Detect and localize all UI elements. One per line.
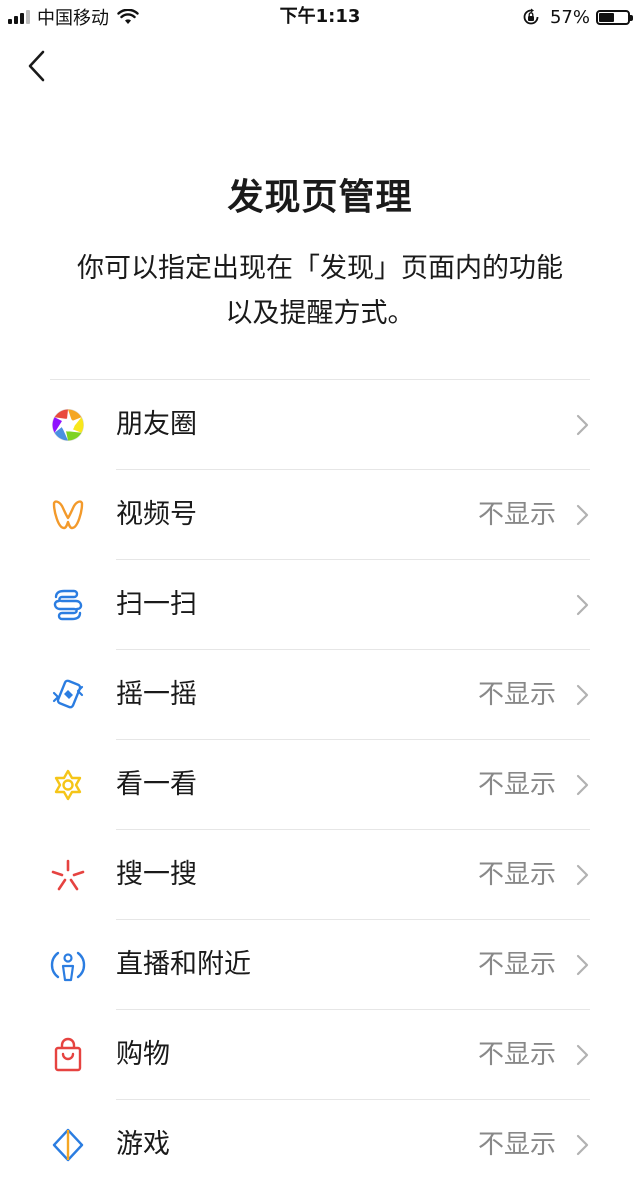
back-button[interactable]: [18, 46, 54, 86]
live-nearby-icon: [50, 951, 86, 982]
item-status: 不显示: [477, 500, 556, 530]
item-status: 不显示: [477, 1040, 556, 1070]
list-item-games[interactable]: 游戏 不显示: [0, 1100, 640, 1190]
search-icon: [51, 859, 85, 891]
page-title: 发现页管理: [227, 177, 413, 218]
shopping-bag-icon: [54, 1037, 82, 1072]
chevron-right-icon: [576, 864, 589, 886]
battery-fill: [599, 12, 614, 22]
item-status: 不显示: [477, 770, 556, 800]
item-label: 视频号: [116, 499, 197, 530]
battery-percent: 57%: [549, 6, 590, 28]
item-label: 游戏: [116, 1129, 170, 1160]
feature-list: 朋友圈 视频号 不显示 扫一扫 摇一摇 不显示 看一看 不显示 搜一搜 不显示 …: [0, 380, 640, 1190]
status-bar: 中国移动 下午1:13 57%: [0, 0, 640, 34]
shake-icon: [52, 679, 84, 709]
list-item-moments[interactable]: 朋友圈: [0, 380, 640, 470]
item-status: 不显示: [477, 680, 556, 710]
item-label: 朋友圈: [116, 409, 197, 440]
page-description: 你可以指定出现在「发现」页面内的功能 以及提醒方式。: [40, 246, 600, 336]
chevron-right-icon: [576, 684, 589, 706]
list-item-top-stories[interactable]: 看一看 不显示: [0, 740, 640, 830]
rotation-lock-icon: [523, 8, 539, 25]
list-item-shake[interactable]: 摇一摇 不显示: [0, 650, 640, 740]
item-label: 搜一搜: [116, 859, 197, 890]
page-description-line1: 你可以指定出现在「发现」页面内的功能: [77, 253, 563, 284]
item-label: 看一看: [116, 769, 197, 800]
scan-icon: [53, 589, 83, 621]
list-item-channels[interactable]: 视频号 不显示: [0, 470, 640, 560]
top-stories-icon: [54, 769, 82, 801]
chevron-right-icon: [576, 1134, 589, 1156]
page-description-line2: 以及提醒方式。: [225, 298, 415, 329]
list-item-shopping[interactable]: 购物 不显示: [0, 1010, 640, 1100]
item-label: 直播和附近: [116, 949, 251, 980]
moments-icon: [52, 409, 84, 441]
item-label: 购物: [116, 1039, 170, 1070]
chevron-right-icon: [576, 504, 589, 526]
item-label: 扫一扫: [116, 589, 197, 620]
item-status: 不显示: [477, 950, 556, 980]
chevron-right-icon: [576, 594, 589, 616]
chevron-right-icon: [576, 1044, 589, 1066]
games-icon: [52, 1128, 84, 1162]
list-item-live-nearby[interactable]: 直播和附近 不显示: [0, 920, 640, 1010]
list-item-search[interactable]: 搜一搜 不显示: [0, 830, 640, 920]
list-item-scan[interactable]: 扫一扫: [0, 560, 640, 650]
item-status: 不显示: [477, 1130, 556, 1160]
item-status: 不显示: [477, 860, 556, 890]
battery-icon: [596, 9, 633, 25]
chevron-right-icon: [576, 774, 589, 796]
chevron-left-icon: [28, 50, 45, 82]
chevron-right-icon: [576, 414, 589, 436]
channels-icon: [52, 500, 84, 530]
status-right: 57%: [522, 4, 633, 30]
chevron-right-icon: [576, 954, 589, 976]
item-label: 摇一摇: [116, 679, 197, 710]
